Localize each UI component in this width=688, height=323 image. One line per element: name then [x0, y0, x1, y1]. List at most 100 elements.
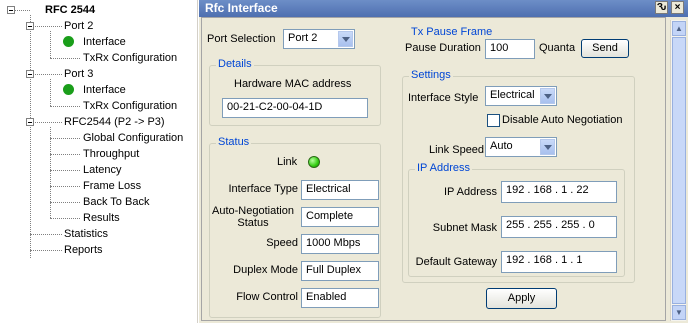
- close-icon[interactable]: ×: [671, 1, 684, 14]
- port-selection-value: Port 2: [288, 32, 318, 44]
- tree-item-results[interactable]: Results: [83, 211, 120, 225]
- tree-line: [50, 31, 51, 58]
- tree-line: [50, 170, 80, 171]
- interface-type-field[interactable]: Electrical: [301, 180, 379, 200]
- autoneg-status-label-line1: Auto-Negotiation: [212, 205, 294, 217]
- settings-group: Settings Interface Style Electrical Disa…: [402, 69, 635, 283]
- link-status-led-icon: [308, 156, 320, 168]
- tree-item-port2[interactable]: Port 2: [64, 19, 93, 33]
- speed-label: Speed: [266, 237, 298, 249]
- autoneg-status-field[interactable]: Complete: [301, 207, 379, 227]
- tree-line: [50, 202, 80, 203]
- speed-field[interactable]: 1000 Mbps: [301, 234, 379, 254]
- tree-item-statistics[interactable]: Statistics: [64, 227, 108, 241]
- rfc-interface-panel: Rfc Interface Ԅ × Port Selection Port 2 …: [199, 0, 688, 323]
- subnet-mask-label: Subnet Mask: [432, 222, 497, 234]
- duplex-mode-label: Duplex Mode: [233, 264, 298, 276]
- apply-button[interactable]: Apply: [486, 288, 557, 309]
- collapse-port3-icon[interactable]: [26, 70, 34, 78]
- tree-item-global-config[interactable]: Global Configuration: [83, 131, 183, 145]
- tx-pause-group: Tx Pause Frame Pause Duration 100 Quanta…: [402, 26, 635, 62]
- tree-item-port2-txrx[interactable]: TxRx Configuration: [83, 51, 177, 65]
- ip-address-group: IP Address IP Address 192 . 168 . 1 . 22…: [408, 162, 625, 277]
- navigation-tree: RFC 2544 Port 2 Interface TxRx Configura…: [0, 0, 196, 323]
- chevron-down-icon[interactable]: [338, 31, 353, 47]
- ip-octet: 1: [561, 184, 568, 196]
- status-group: Status Link Interface Type Electrical Au…: [209, 136, 381, 318]
- tree-line: [30, 26, 62, 27]
- tree-line: [50, 218, 80, 219]
- disable-autoneg-label[interactable]: Disable Auto Negotiation: [502, 114, 622, 126]
- tree-item-port2-interface[interactable]: Interface: [83, 35, 126, 49]
- tree-line: [15, 10, 30, 11]
- subnet-mask-input[interactable]: 255 . 255 . 255 . 0: [501, 216, 617, 238]
- scroll-up-icon[interactable]: ▲: [672, 21, 686, 36]
- status-group-title: Status: [216, 136, 252, 148]
- interface-type-label: Interface Type: [228, 183, 298, 195]
- tree-item-frame-loss[interactable]: Frame Loss: [83, 179, 141, 193]
- tree-item-reports[interactable]: Reports: [64, 243, 103, 257]
- ip-address-input[interactable]: 192 . 168 . 1 . 22: [501, 181, 617, 203]
- tree-line: [50, 58, 80, 59]
- tree-line: [50, 154, 80, 155]
- tree-line: [30, 234, 62, 235]
- pause-duration-input[interactable]: 100: [485, 39, 535, 59]
- vertical-scrollbar[interactable]: ▲ ▼: [670, 20, 686, 321]
- panel-content: Port Selection Port 2 Details Hardware M…: [201, 17, 666, 321]
- tree-item-port3-txrx[interactable]: TxRx Configuration: [83, 99, 177, 113]
- tree-item-latency[interactable]: Latency: [83, 163, 122, 177]
- default-gateway-label: Default Gateway: [415, 256, 497, 268]
- tree-item-back-to-back[interactable]: Back To Back: [83, 195, 149, 209]
- mac-address-field[interactable]: 00-21-C2-00-04-1D: [222, 98, 368, 118]
- chevron-down-icon[interactable]: [540, 88, 555, 104]
- mac-address-label: Hardware MAC address: [234, 78, 352, 90]
- tree-item-rfc-test[interactable]: RFC2544 (P2 -> P3): [64, 115, 165, 129]
- tree-line: [30, 250, 62, 251]
- duplex-mode-field[interactable]: Full Duplex: [301, 261, 379, 281]
- splitter[interactable]: [196, 0, 198, 323]
- gateway-octet: 1: [561, 254, 568, 266]
- tx-pause-group-title: Tx Pause Frame: [409, 26, 495, 38]
- scroll-thumb[interactable]: [672, 37, 686, 304]
- interface-style-value: Electrical: [490, 89, 535, 101]
- tree-item-rfc2544[interactable]: RFC 2544: [45, 3, 95, 17]
- disable-autoneg-checkbox[interactable]: [487, 114, 500, 127]
- port-selection-dropdown[interactable]: Port 2: [283, 29, 355, 49]
- link-label: Link: [277, 156, 298, 168]
- tree-line: [50, 186, 80, 187]
- scroll-down-icon[interactable]: ▼: [672, 305, 686, 320]
- interface-style-dropdown[interactable]: Electrical: [485, 86, 557, 106]
- panel-title-bar: Rfc Interface Ԅ ×: [199, 0, 688, 17]
- link-speed-dropdown[interactable]: Auto: [485, 137, 557, 157]
- port3-status-led-icon: [63, 84, 74, 95]
- default-gateway-input[interactable]: 192 . 168 . 1 . 1: [501, 251, 617, 273]
- gateway-octet: 192: [506, 254, 525, 266]
- pause-unit-label: Quanta: [539, 42, 576, 54]
- collapse-root-icon[interactable]: [7, 6, 15, 14]
- tree-line: [50, 106, 80, 107]
- chevron-down-icon[interactable]: [540, 139, 555, 155]
- collapse-rfc-icon[interactable]: [26, 118, 34, 126]
- panel-title: Rfc Interface: [205, 1, 278, 15]
- tree-item-port3[interactable]: Port 3: [64, 67, 93, 81]
- tree-line: [30, 74, 62, 75]
- mask-octet: 255: [506, 219, 525, 231]
- ip-octet: 192: [506, 184, 525, 196]
- pause-duration-label: Pause Duration: [405, 42, 481, 54]
- link-speed-value: Auto: [490, 140, 513, 152]
- port2-status-led-icon: [63, 36, 74, 47]
- pin-icon[interactable]: Ԅ: [655, 1, 668, 14]
- tree-item-port3-interface[interactable]: Interface: [83, 83, 126, 97]
- link-speed-label: Link Speed: [429, 144, 485, 156]
- interface-style-label: Interface Style: [408, 92, 479, 104]
- send-button[interactable]: Send: [581, 39, 629, 58]
- tree-line: [30, 122, 62, 123]
- mask-octet: 0: [588, 219, 595, 231]
- mask-octet: 255: [561, 219, 580, 231]
- collapse-port2-icon[interactable]: [26, 22, 34, 30]
- tree-item-throughput[interactable]: Throughput: [83, 147, 139, 161]
- mask-octet: 255: [533, 219, 552, 231]
- ip-address-group-title: IP Address: [415, 162, 472, 174]
- ip-octet: 168: [533, 184, 552, 196]
- flow-control-field[interactable]: Enabled: [301, 288, 379, 308]
